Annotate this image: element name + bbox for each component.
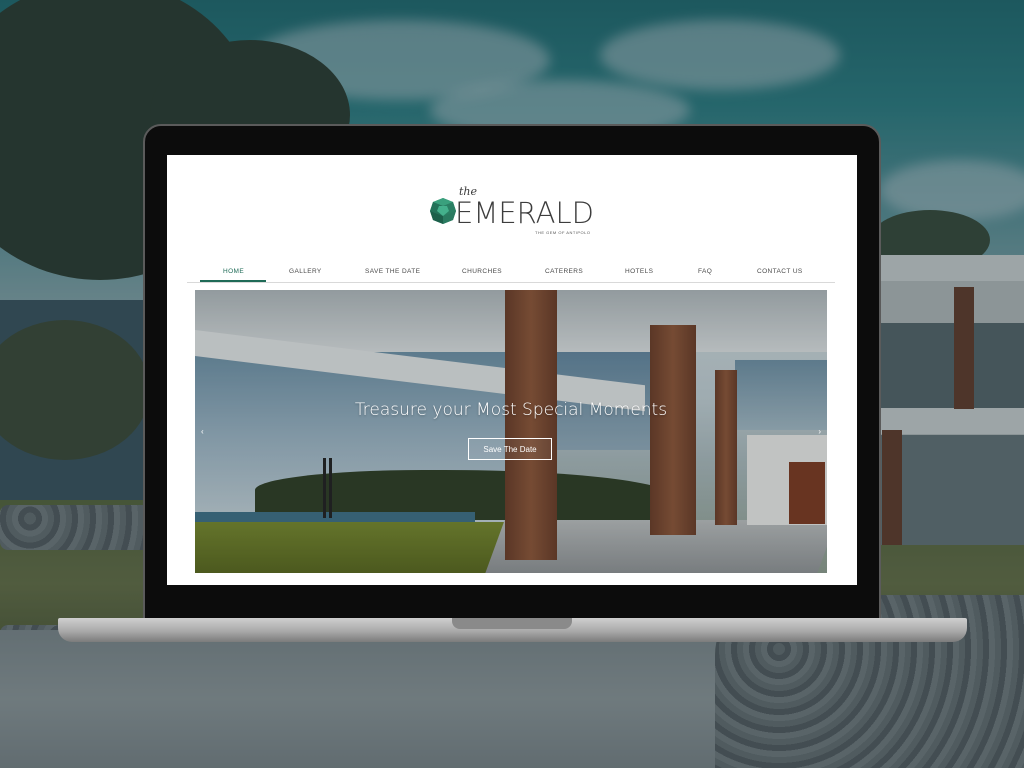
main-navigation: HOME GALLERY SAVE THE DATE CHURCHES CATE… bbox=[187, 265, 835, 283]
emerald-gem-icon bbox=[430, 198, 456, 224]
nav-item-gallery[interactable]: GALLERY bbox=[289, 268, 322, 275]
nav-item-faq[interactable]: FAQ bbox=[698, 268, 712, 275]
website-screen: the EMERALD THE GEM OF ANTIPOLO HOME GAL… bbox=[167, 155, 857, 585]
nav-item-churches[interactable]: CHURCHES bbox=[462, 268, 502, 275]
laptop-notch bbox=[452, 618, 572, 629]
nav-item-contact-us[interactable]: CONTACT US bbox=[757, 268, 803, 275]
hero-slider: Treasure your Most Special Moments Save … bbox=[195, 290, 827, 573]
logo-wordmark: EMERALD bbox=[455, 196, 594, 230]
nav-item-hotels[interactable]: HOTELS bbox=[625, 268, 653, 275]
nav-item-save-the-date[interactable]: SAVE THE DATE bbox=[365, 268, 420, 275]
nav-item-caterers[interactable]: CATERERS bbox=[545, 268, 583, 275]
save-the-date-button[interactable]: Save The Date bbox=[468, 438, 552, 460]
site-logo[interactable]: the EMERALD THE GEM OF ANTIPOLO bbox=[429, 185, 599, 235]
hero-title: Treasure your Most Special Moments bbox=[354, 400, 668, 420]
nav-active-indicator bbox=[200, 280, 266, 282]
nav-item-home[interactable]: HOME bbox=[223, 268, 244, 275]
logo-tagline: THE GEM OF ANTIPOLO bbox=[535, 230, 591, 235]
chevron-right-icon[interactable]: › bbox=[818, 427, 821, 436]
chevron-left-icon[interactable]: ‹ bbox=[201, 427, 204, 436]
